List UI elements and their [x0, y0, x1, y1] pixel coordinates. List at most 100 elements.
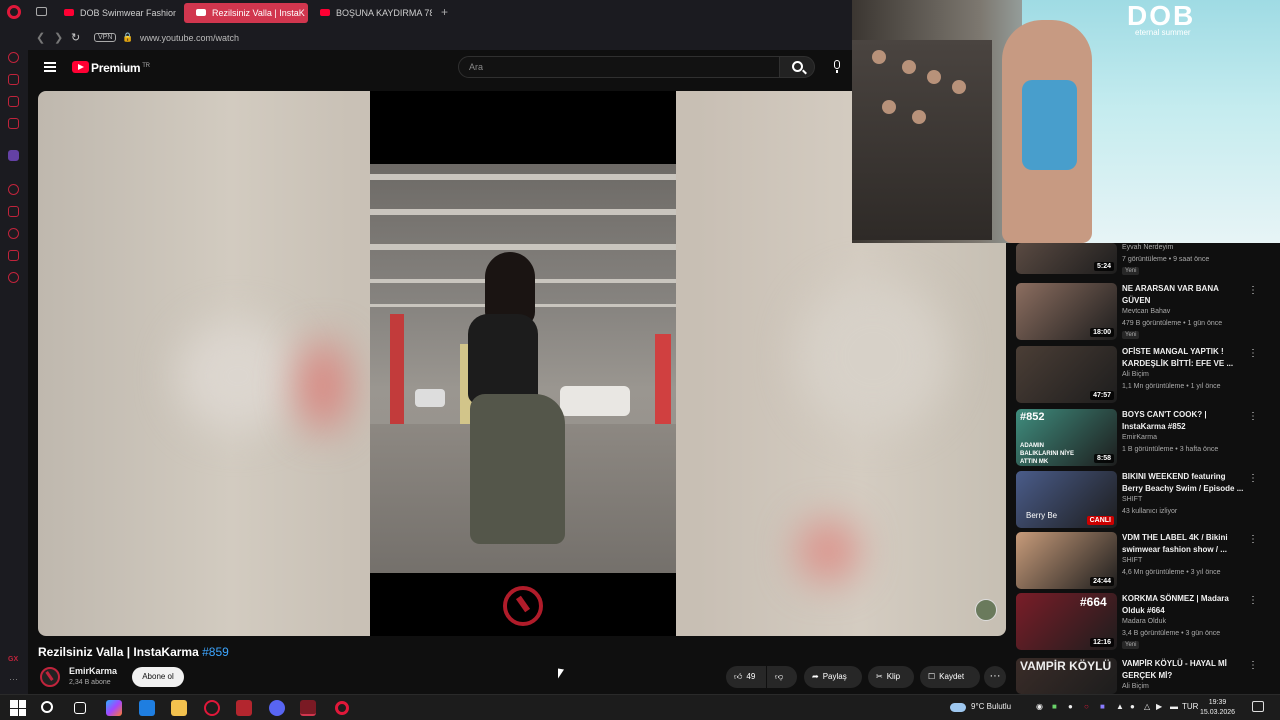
opera-active-taskbar-icon[interactable] [300, 700, 316, 716]
related-video-title[interactable]: OFİSTE MANGAL YAPTIK ! KARDEŞLİK BİTTİ: … [1122, 346, 1244, 370]
tab-menu-icon[interactable] [36, 7, 47, 16]
related-channel-name[interactable]: Mevtcan Bahav [1122, 308, 1170, 315]
related-channel-name[interactable]: Ali Biçim [1122, 683, 1149, 690]
more-actions-button[interactable]: ··· [984, 666, 1006, 688]
share-button[interactable]: ➦ Paylaş [804, 666, 862, 688]
settings-icon[interactable] [8, 272, 19, 283]
video-editor-icon[interactable] [236, 700, 252, 716]
tab-dob-swimwear[interactable]: DOB Swimwear Fashion Sh [52, 3, 176, 23]
more-icon[interactable]: ··· [9, 674, 18, 684]
notifications-icon[interactable] [1252, 701, 1264, 712]
history-icon[interactable] [8, 228, 19, 239]
related-video-item[interactable]: #852 ADAMIN BALIKLARINI NİYE ATTIN MK 8:58… [1016, 409, 1264, 467]
search-button[interactable] [779, 56, 815, 78]
related-video-title[interactable]: BIKINI WEEKEND featuring Berry Beachy Sw… [1122, 471, 1244, 495]
windows-start-icon[interactable] [10, 700, 26, 716]
bookmark-icon[interactable] [8, 206, 19, 217]
tray-discord-icon[interactable]: ● [1068, 702, 1073, 711]
reload-icon[interactable]: ↻ [71, 31, 80, 44]
tray-mic-icon[interactable]: ● [1130, 702, 1135, 711]
related-video-item[interactable]: #664 12:16 KORKMA SÖNMEZ | Madara Olduk #6… [1016, 593, 1264, 651]
video-thumbnail[interactable]: 18:00 [1016, 283, 1117, 340]
related-video-title[interactable]: KORKMA SÖNMEZ | Madara Olduk #664 [1122, 593, 1244, 617]
related-video-title[interactable]: VDM THE LABEL 4K / Bikini swimwear fashi… [1122, 532, 1244, 556]
shopping-icon[interactable] [8, 74, 19, 85]
video-thumbnail[interactable]: #664 12:16 [1016, 593, 1117, 650]
related-video-item[interactable]: 5:24 Eyvah Nerdeyim 7 görüntüleme • 9 saat… [1016, 243, 1264, 283]
channel-watermark-icon[interactable] [975, 599, 997, 621]
back-arrow-icon[interactable]: ❮ [36, 31, 45, 44]
channel-name[interactable]: EmirKarma [69, 666, 117, 676]
video-thumbnail[interactable]: #852 ADAMIN BALIKLARINI NİYE ATTIN MK 8:58 [1016, 409, 1117, 466]
tray-nvidia-icon[interactable]: ■ [1052, 702, 1057, 711]
related-channel-name[interactable]: Eyvah Nerdeyim [1122, 244, 1173, 251]
menu-icon[interactable] [44, 62, 56, 72]
tray-steam-icon[interactable]: ◉ [1036, 702, 1043, 711]
more-options-icon[interactable]: ⋮ [1248, 411, 1258, 422]
channel-avatar[interactable] [40, 667, 60, 687]
tray-usb-icon[interactable]: △ [1144, 702, 1150, 711]
file-explorer-icon[interactable] [171, 700, 187, 716]
related-video-title[interactable]: NE ARARSAN VAR BANA GÜVEN [1122, 283, 1244, 307]
related-video-item[interactable]: 47:57 OFİSTE MANGAL YAPTIK ! KARDEŞLİK Bİ… [1016, 346, 1264, 404]
forward-arrow-icon[interactable]: ❯ [54, 31, 63, 44]
video-hashtag[interactable]: #859 [202, 645, 229, 659]
cloud-weather-icon[interactable] [950, 703, 966, 712]
task-view-icon[interactable] [74, 702, 86, 714]
related-channel-name[interactable]: SHIFT [1122, 496, 1142, 503]
related-channel-name[interactable]: Ali Biçim [1122, 371, 1149, 378]
video-thumbnail[interactable]: 24:44 [1016, 532, 1117, 589]
new-tab-plus-icon[interactable]: + [441, 5, 448, 19]
copilot-icon[interactable] [106, 700, 122, 716]
video-thumbnail[interactable]: VAMPİR KÖYLÜ [1016, 658, 1117, 694]
mail-icon[interactable] [139, 700, 155, 716]
tray-opera-icon[interactable]: ○ [1084, 702, 1089, 711]
related-video-title[interactable]: VAMPİR KÖYLÜ - HAYAL Mİ GERÇEK Mİ? [1122, 658, 1244, 682]
clip-button[interactable]: ✂ Klip [868, 666, 914, 688]
microphone-icon[interactable] [830, 60, 844, 74]
picture-in-picture-video[interactable]: DOB eternal summer [852, 0, 1280, 243]
twitch-icon[interactable] [8, 150, 19, 161]
speed-dial-icon[interactable] [8, 52, 19, 63]
youtube-premium-logo[interactable]: Premium TR [91, 61, 150, 75]
weather-text[interactable]: 9°C Bulutlu [971, 702, 1011, 711]
subscribe-button[interactable]: Abone ol [132, 667, 184, 687]
gx-icon[interactable] [8, 118, 19, 129]
tray-app-icon[interactable]: ■ [1100, 702, 1105, 711]
system-clock[interactable]: 19:39 15.03.2026 [1200, 698, 1235, 718]
related-video-item[interactable]: 24:44 VDM THE LABEL 4K / Bikini swimwear … [1016, 532, 1264, 590]
more-options-icon[interactable]: ⋮ [1248, 285, 1258, 296]
messenger-icon[interactable] [8, 96, 19, 107]
video-thumbnail[interactable]: Berry Be CANLI [1016, 471, 1117, 528]
related-channel-name[interactable]: SHIFT [1122, 557, 1142, 564]
related-channel-name[interactable]: EmirKarma [1122, 434, 1157, 441]
player-icon[interactable] [8, 184, 19, 195]
url-field[interactable]: www.youtube.com/watch [140, 33, 239, 43]
more-options-icon[interactable]: ⋮ [1248, 348, 1258, 359]
opera-gx-taskbar-icon[interactable] [204, 700, 220, 716]
search-input[interactable]: Ara [458, 56, 780, 78]
opera-logo-icon[interactable] [7, 5, 21, 19]
tray-security-icon[interactable]: ▲ [1116, 702, 1124, 711]
language-indicator[interactable]: TUR [1182, 702, 1198, 711]
vpn-badge[interactable]: VPN [94, 33, 117, 42]
opera-taskbar-icon[interactable] [335, 701, 349, 715]
search-taskbar-icon[interactable] [41, 701, 53, 713]
video-thumbnail[interactable]: 47:57 [1016, 346, 1117, 403]
more-options-icon[interactable]: ⋮ [1248, 473, 1258, 484]
extensions-icon[interactable] [8, 250, 19, 261]
more-options-icon[interactable]: ⋮ [1248, 534, 1258, 545]
lock-icon[interactable]: 🔒 [122, 32, 133, 43]
related-video-title[interactable]: BOYS CAN'T COOK? | InstaKarma #852 [1122, 409, 1244, 433]
like-button[interactable]: 👍︎ 49 [726, 666, 766, 688]
network-icon[interactable]: ▬ [1170, 702, 1178, 711]
related-channel-name[interactable]: Madara Olduk [1122, 618, 1166, 625]
volume-icon[interactable]: ▶ [1156, 702, 1162, 711]
more-options-icon[interactable]: ⋮ [1248, 660, 1258, 671]
related-video-item[interactable]: 18:00 NE ARARSAN VAR BANA GÜVEN Mevtcan Ba… [1016, 283, 1264, 341]
related-video-item[interactable]: Berry Be CANLI BIKINI WEEKEND featuring Be… [1016, 471, 1264, 529]
discord-icon[interactable] [269, 700, 285, 716]
youtube-logo-icon[interactable] [72, 61, 89, 73]
save-button[interactable]: ☐ Kaydet [920, 666, 980, 688]
video-thumbnail[interactable]: 5:24 [1016, 243, 1117, 274]
